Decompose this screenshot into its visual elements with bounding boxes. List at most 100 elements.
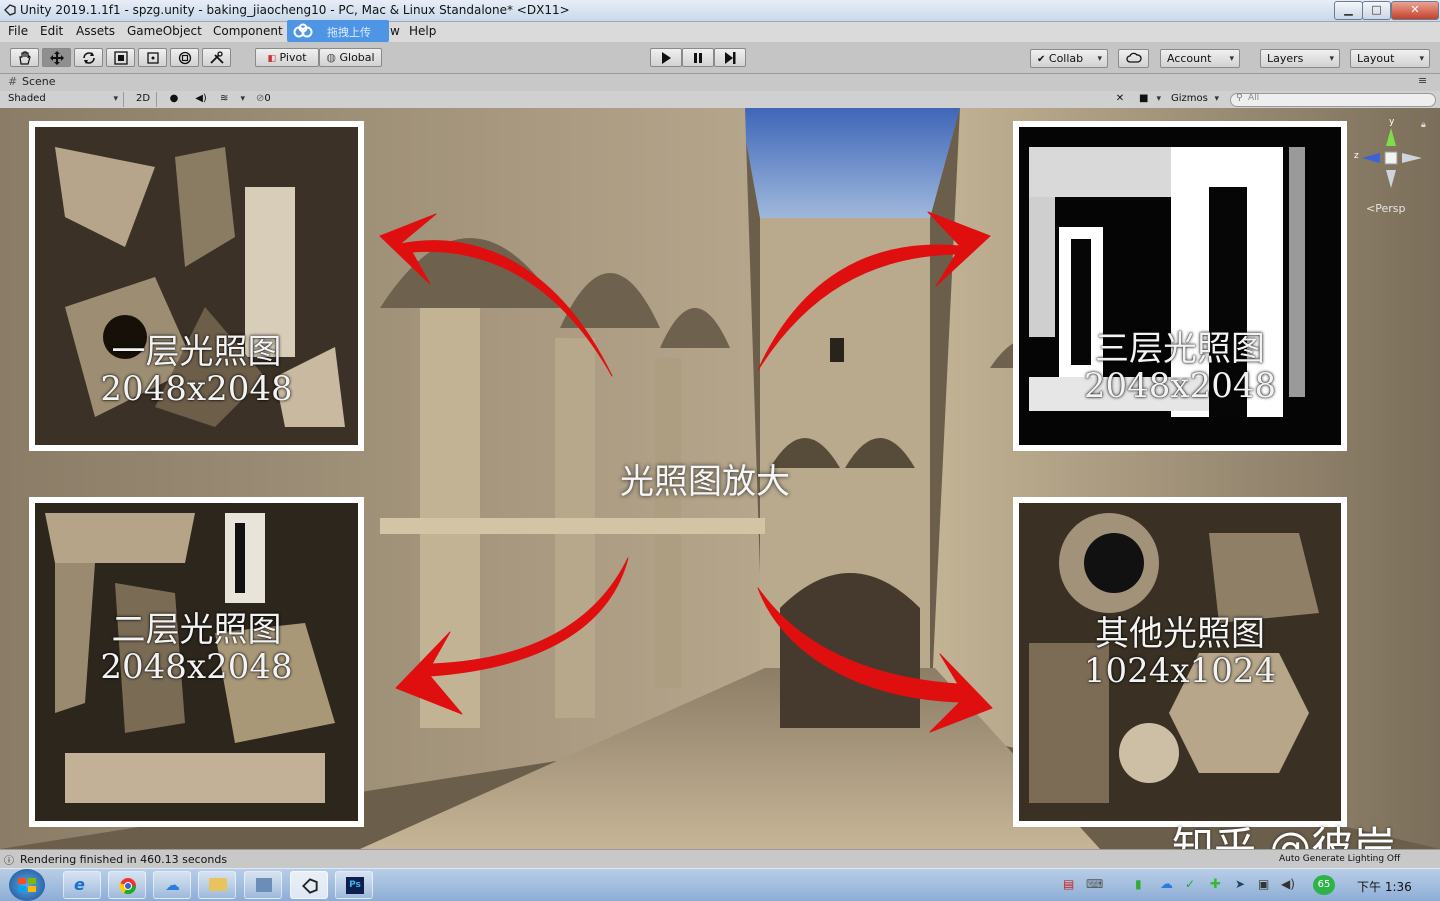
- lightmap-caption-floor3: 三层光照图 2048x2048: [1019, 331, 1341, 405]
- tray-volume-icon[interactable]: ◀): [1281, 877, 1297, 893]
- folder-icon: [209, 878, 227, 891]
- gizmos-dropdown[interactable]: Gizmos: [1168, 92, 1224, 107]
- tray-send-icon[interactable]: ➤: [1235, 877, 1251, 893]
- drag-upload-badge[interactable]: 拖拽上传: [287, 20, 389, 42]
- crossed-tools-icon: ✕: [1115, 93, 1125, 104]
- menu-window[interactable]: w: [390, 24, 400, 38]
- taskbar-clock[interactable]: 下午 1:36: [1357, 878, 1412, 895]
- taskbar-ie[interactable]: e: [63, 871, 101, 899]
- play-button[interactable]: [650, 48, 682, 67]
- center-caption: 光照图放大: [620, 462, 790, 502]
- close-button[interactable]: ✕: [1391, 1, 1439, 20]
- maximize-button[interactable]: □: [1362, 1, 1391, 20]
- camera-dropdown[interactable]: ■: [1136, 92, 1166, 107]
- tray-network-icon[interactable]: ▣: [1258, 877, 1274, 893]
- taskbar-unity[interactable]: [290, 871, 328, 899]
- tray-shield-icon[interactable]: ✓: [1185, 877, 1201, 893]
- effects-icon: ≋: [220, 93, 229, 104]
- menu-bar: File Edit Assets GameObject Component w …: [0, 22, 1440, 42]
- menu-edit[interactable]: Edit: [40, 24, 63, 38]
- taskbar-photoshop[interactable]: Ps: [335, 871, 373, 899]
- transform-icon: [178, 51, 191, 65]
- step-button[interactable]: [714, 48, 746, 67]
- play-icon: [662, 52, 671, 64]
- pause-button[interactable]: [682, 48, 714, 67]
- global-toggle[interactable]: ◍ Global: [319, 48, 382, 67]
- lightmap-caption-other: 其他光照图 1024x1024: [1019, 616, 1341, 690]
- minimize-button[interactable]: ▁: [1334, 1, 1363, 20]
- rect-transform-icon: [146, 52, 159, 64]
- tray-battery-icon[interactable]: ▮: [1135, 877, 1151, 893]
- tools-icon: [209, 51, 224, 64]
- custom-tool-button[interactable]: [202, 48, 231, 67]
- tab-menu-icon[interactable]: ≡: [1418, 74, 1427, 87]
- audio-toggle[interactable]: ◀): [190, 92, 212, 107]
- rect-tool-button[interactable]: [138, 48, 167, 67]
- lightmap-title-other: 其他光照图: [1095, 614, 1265, 654]
- lighting-toggle[interactable]: ●: [162, 92, 186, 107]
- baidu-cloud-icon: ☁: [165, 876, 180, 894]
- start-button[interactable]: [9, 869, 45, 901]
- lock-icon[interactable]: 🔒︎: [1421, 120, 1426, 130]
- taskbar-chrome[interactable]: [108, 871, 146, 899]
- scene-view-bar: Shaded 2D ● ◀) ≋ ⊘0 ✕ ■ Gizmos ⚲ All: [0, 91, 1440, 109]
- move-arrows-icon: [49, 51, 64, 65]
- tray-keyboard-icon[interactable]: ⌨: [1086, 877, 1103, 893]
- status-bar: ⓘ Rendering finished in 460.13 seconds A…: [0, 849, 1440, 869]
- menu-gameobject[interactable]: GameObject: [127, 24, 202, 38]
- transform-tool-button[interactable]: [170, 48, 199, 67]
- taskbar-explorer[interactable]: [198, 871, 236, 899]
- menu-file[interactable]: File: [8, 24, 28, 38]
- rotate-tool-button[interactable]: [74, 48, 103, 67]
- globe-icon: ◍: [326, 51, 336, 64]
- effects-dropdown[interactable]: ≋: [216, 92, 250, 107]
- lightmap-size-floor2: 2048x2048: [100, 647, 293, 687]
- tray-badge[interactable]: 65: [1313, 875, 1335, 895]
- hidden-objects-toggle[interactable]: ⊘0: [256, 92, 282, 107]
- layout-dropdown[interactable]: Layout: [1350, 49, 1430, 68]
- account-dropdown[interactable]: Account: [1160, 49, 1240, 68]
- window-title: Unity 2019.1.1f1 - spzg.unity - baking_j…: [20, 3, 570, 17]
- global-label: Global: [339, 51, 375, 64]
- layers-dropdown[interactable]: Layers: [1260, 49, 1340, 68]
- hidden-count: 0: [264, 93, 271, 104]
- rotate-icon: [82, 52, 95, 64]
- shading-mode-dropdown[interactable]: Shaded: [4, 92, 124, 107]
- pivot-icon: ◧: [267, 54, 276, 64]
- taskbar-app[interactable]: [244, 871, 282, 899]
- scene-tab[interactable]: Scene: [22, 75, 56, 88]
- move-tool-button[interactable]: [42, 48, 71, 67]
- scene-orientation-gizmo[interactable]: y z <Persp: [1354, 117, 1430, 220]
- lightmap-caption-floor2: 二层光照图 2048x2048: [35, 612, 358, 686]
- axis-y-label: y: [1389, 117, 1395, 127]
- collab-dropdown[interactable]: ✔ Collab: [1030, 49, 1108, 68]
- search-placeholder: All: [1248, 93, 1260, 103]
- lightmap-title-floor1: 一层光照图: [111, 332, 282, 372]
- tray-pdf-icon[interactable]: ▤: [1063, 877, 1079, 893]
- title-bar: Unity 2019.1.1f1 - spzg.unity - baking_j…: [0, 0, 1440, 22]
- scale-icon: [113, 51, 128, 65]
- scene-tools-button[interactable]: ✕: [1110, 92, 1130, 107]
- search-icon: ⚲: [1236, 93, 1243, 103]
- scene-search-field[interactable]: ⚲ All: [1230, 93, 1436, 107]
- pivot-label: Pivot: [279, 51, 307, 64]
- lightmap-panel-other: 其他光照图 1024x1024: [1013, 497, 1347, 827]
- menu-help[interactable]: Help: [409, 24, 436, 38]
- scene-grid-icon: #: [8, 75, 18, 88]
- tray-cloud-icon[interactable]: ☁: [1160, 877, 1176, 893]
- info-icon: ⓘ: [4, 856, 14, 867]
- hand-tool-button[interactable]: [10, 48, 39, 67]
- taskbar-baidu[interactable]: ☁: [153, 871, 191, 899]
- menu-component[interactable]: Component: [213, 24, 283, 38]
- 2d-toggle[interactable]: 2D: [130, 92, 157, 107]
- scale-tool-button[interactable]: [106, 48, 135, 67]
- unity-logo-icon: [4, 4, 16, 16]
- tray-plus-icon[interactable]: ✚: [1210, 877, 1226, 893]
- menu-assets[interactable]: Assets: [76, 24, 115, 38]
- pivot-toggle[interactable]: ◧ Pivot: [255, 48, 319, 67]
- check-icon: ✔: [1037, 54, 1046, 65]
- scene-viewport[interactable]: 一层光照图 2048x2048 三层光照图 2048x2048 二层光照图 20…: [0, 108, 1440, 849]
- lightmap-title-floor3: 三层光照图: [1095, 329, 1265, 369]
- cloud-button[interactable]: [1118, 49, 1149, 68]
- cloud-upload-icon: [293, 23, 313, 38]
